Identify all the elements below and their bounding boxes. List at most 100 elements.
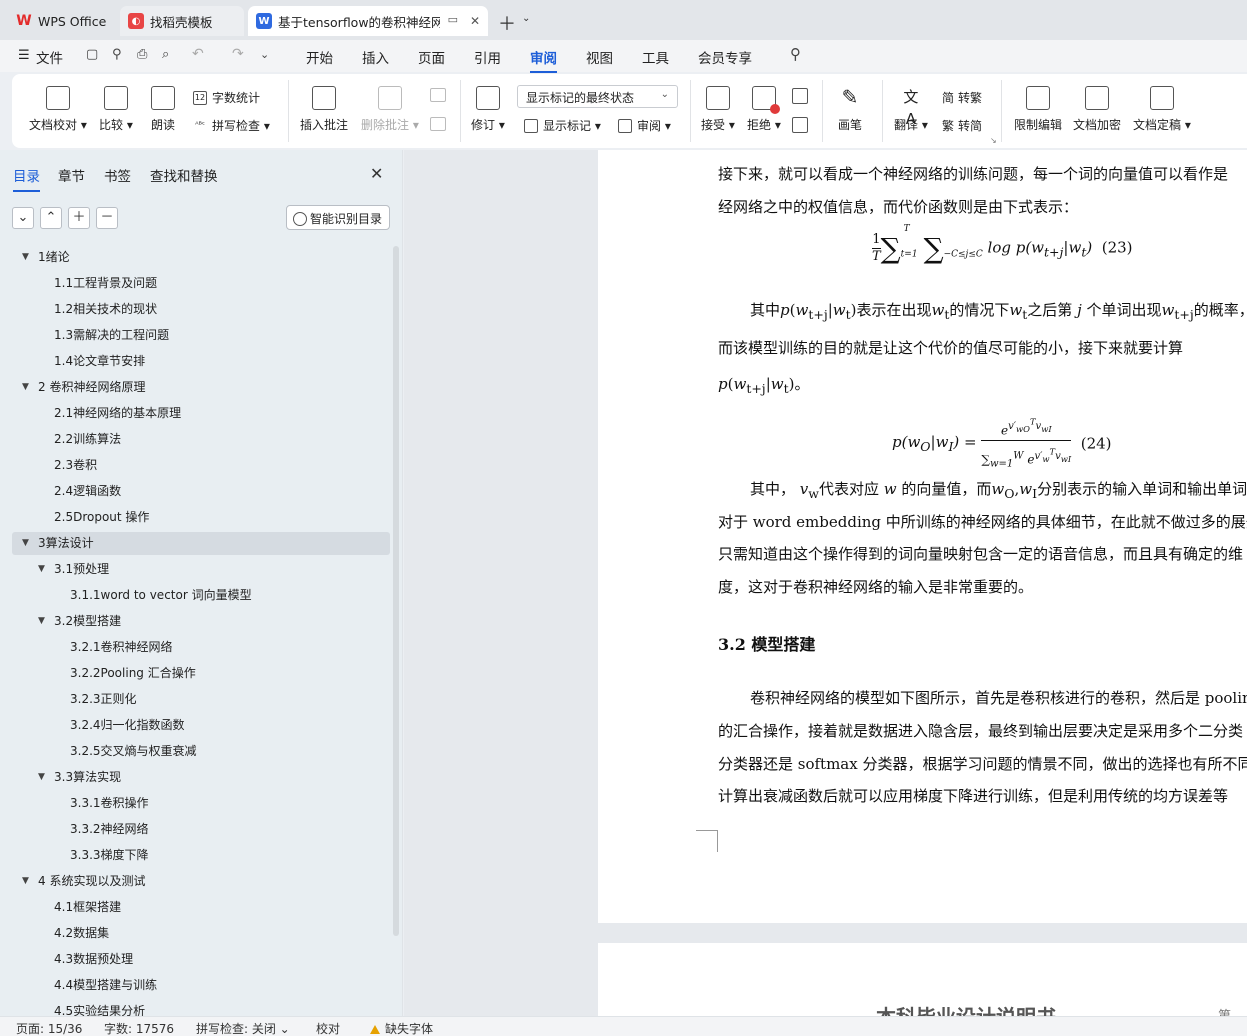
menu-tools[interactable]: 工具 — [642, 47, 669, 67]
nav-tab-find-replace[interactable]: 查找和替换 — [150, 165, 218, 185]
toc-item[interactable]: ▼ 3.3算法实现 — [12, 766, 390, 789]
menu-review[interactable]: 审阅 — [530, 47, 557, 73]
toc-item[interactable]: 4.2数据集 — [12, 922, 390, 945]
caret-down-icon[interactable]: ▼ — [38, 558, 45, 581]
restrict-edit-button[interactable]: 限制编辑 — [1014, 86, 1062, 133]
tab-current-document[interactable]: W 基于tensorflow的卷积神经网络 ▭ ✕ — [248, 6, 488, 36]
menu-insert[interactable]: 插入 — [362, 47, 389, 67]
toc-item[interactable]: 4.5实验结果分析 — [12, 1000, 390, 1016]
toc-item[interactable]: 4.1框架搭建 — [12, 896, 390, 919]
chevron-down-icon[interactable]: ⌄ — [522, 13, 530, 24]
close-icon[interactable]: ✕ — [470, 14, 480, 28]
toc-scrollbar[interactable] — [393, 246, 399, 936]
toc-item[interactable]: 4.4模型搭建与训练 — [12, 974, 390, 997]
toc-item[interactable]: 3.2.4归一化指数函数 — [12, 714, 390, 737]
remove-heading-button[interactable]: － — [96, 207, 118, 229]
toc-item[interactable]: 3.2.3正则化 — [12, 688, 390, 711]
toc-item[interactable]: 2.1神经网络的基本原理 — [12, 402, 390, 425]
next-change-icon[interactable] — [792, 117, 808, 133]
reject-button[interactable]: 拒绝 ▾ — [747, 86, 781, 133]
spell-check-button[interactable]: ᴬᴮᶜ 拼写检查 ▾ — [193, 117, 270, 134]
menu-member[interactable]: 会员专享 — [698, 47, 752, 67]
word-count-indicator[interactable]: 字数: 17576 — [104, 1020, 174, 1036]
pen-button[interactable]: ✎ 画笔 — [838, 86, 862, 133]
previous-change-icon[interactable] — [792, 88, 808, 104]
toc-item[interactable]: ▼ 3.1预处理 — [12, 558, 390, 581]
tab-docer-templates[interactable]: ◐ 找稻壳模板 — [120, 6, 244, 36]
nav-tab-bookmarks[interactable]: 书签 — [104, 165, 131, 185]
hamburger-icon[interactable]: ☰ — [18, 48, 30, 63]
finalize-button[interactable]: 文档定稿 ▾ — [1133, 86, 1191, 133]
share-icon[interactable]: ⚲ — [112, 47, 122, 62]
menu-page[interactable]: 页面 — [418, 47, 445, 67]
toc-item[interactable]: ▼ 3.2模型搭建 — [12, 610, 390, 633]
caret-down-icon[interactable]: ▼ — [22, 246, 29, 269]
toc-item[interactable]: ▼ 2 卷积神经网络原理 — [12, 376, 390, 399]
nav-tab-toc[interactable]: 目录 — [13, 165, 40, 192]
doc-check-button[interactable]: 文档校对 ▾ — [29, 86, 87, 133]
search-icon[interactable]: ⚲ — [790, 45, 801, 63]
show-markup-button[interactable]: 显示标记 ▾ — [524, 117, 601, 134]
translate-button[interactable]: 文A 翻译 ▾ — [894, 86, 928, 133]
toc-item[interactable]: 3.3.1卷积操作 — [12, 792, 390, 815]
menu-home[interactable]: 开始 — [306, 47, 333, 67]
next-comment-icon[interactable] — [430, 117, 446, 131]
close-icon[interactable]: ✕ — [370, 164, 383, 183]
print-preview-icon[interactable]: ⌕ — [162, 47, 169, 62]
proofread-button[interactable]: 校对 — [316, 1020, 340, 1036]
caret-down-icon[interactable]: ▼ — [38, 766, 45, 789]
to-traditional-button[interactable]: 简 转繁 — [942, 89, 982, 106]
toc-item[interactable]: 2.3卷积 — [12, 454, 390, 477]
redo-icon[interactable]: ↷ — [232, 46, 244, 62]
toc-item[interactable]: 3.3.3梯度下降 — [12, 844, 390, 867]
print-icon[interactable]: ⎙ — [137, 47, 147, 62]
toc-item[interactable]: ▼ 3算法设计 — [12, 532, 390, 555]
page-indicator[interactable]: 页面: 15/36 — [16, 1020, 82, 1036]
delete-comment-button[interactable]: 删除批注 ▾ — [361, 86, 419, 133]
add-heading-button[interactable]: ＋ — [68, 207, 90, 229]
expand-down-button[interactable]: ⌄ — [12, 207, 34, 229]
menu-file[interactable]: 文件 — [36, 47, 63, 67]
review-pane-button[interactable]: 审阅 ▾ — [618, 117, 671, 134]
previous-comment-icon[interactable] — [430, 88, 446, 102]
toc-item[interactable]: 3.2.1卷积神经网络 — [12, 636, 390, 659]
insert-comment-button[interactable]: 插入批注 — [300, 86, 348, 133]
toc-item[interactable]: 4.3数据预处理 — [12, 948, 390, 971]
toc-item[interactable]: 3.3.2神经网络 — [12, 818, 390, 841]
missing-font-indicator[interactable]: 缺失字体 — [370, 1020, 433, 1036]
read-aloud-button[interactable]: 朗读 — [151, 86, 175, 133]
toc-item[interactable]: ▼ 1绪论 — [12, 246, 390, 269]
compare-button[interactable]: 比较 ▾ — [99, 86, 133, 133]
caret-down-icon[interactable]: ▼ — [38, 610, 45, 633]
to-simplified-button[interactable]: 繁 转简 — [942, 117, 982, 134]
undo-icon[interactable]: ↶ — [192, 46, 204, 62]
new-tab-icon[interactable]: ＋ — [498, 10, 516, 36]
toc-item[interactable]: 3.2.2Pooling 汇合操作 — [12, 662, 390, 685]
toc-item[interactable]: 1.1工程背景及问题 — [12, 272, 390, 295]
toc-item[interactable]: 2.2训练算法 — [12, 428, 390, 451]
menu-references[interactable]: 引用 — [474, 47, 501, 67]
toc-item[interactable]: 2.5Dropout 操作 — [12, 506, 390, 529]
toc-item[interactable]: 1.3需解决的工程问题 — [12, 324, 390, 347]
smart-toc-button[interactable]: 智能识别目录 — [286, 205, 390, 230]
window-icon[interactable]: ▭ — [448, 13, 458, 26]
toc-item[interactable]: 1.2相关技术的现状 — [12, 298, 390, 321]
toc-item[interactable]: ▼ 4 系统实现以及测试 — [12, 870, 390, 893]
collapse-up-button[interactable]: ⌃ — [40, 207, 62, 229]
expand-icon[interactable]: ↘ — [990, 136, 997, 145]
toc-item[interactable]: 2.4逻辑函数 — [12, 480, 390, 503]
tab-wps-office[interactable]: W WPS Office — [8, 6, 116, 36]
word-count-button[interactable]: 12 字数统计 — [193, 89, 260, 106]
toc-item[interactable]: 3.2.5交叉熵与权重衰减 — [12, 740, 390, 763]
save-icon[interactable]: ▢ — [86, 47, 98, 62]
caret-down-icon[interactable]: ▼ — [22, 376, 29, 399]
menu-view[interactable]: 视图 — [586, 47, 613, 67]
nav-tab-sections[interactable]: 章节 — [58, 165, 85, 185]
caret-down-icon[interactable]: ▼ — [22, 870, 29, 893]
toc-item[interactable]: 3.1.1word to vector 词向量模型 — [12, 584, 390, 607]
markup-state-select[interactable]: 显示标记的最终状态 ⌄ — [517, 85, 678, 108]
chevron-down-icon[interactable]: ⌄ — [260, 48, 269, 61]
revise-button[interactable]: 修订 ▾ — [471, 86, 505, 133]
toc-item[interactable]: 1.4论文章节安排 — [12, 350, 390, 373]
accept-button[interactable]: 接受 ▾ — [701, 86, 735, 133]
